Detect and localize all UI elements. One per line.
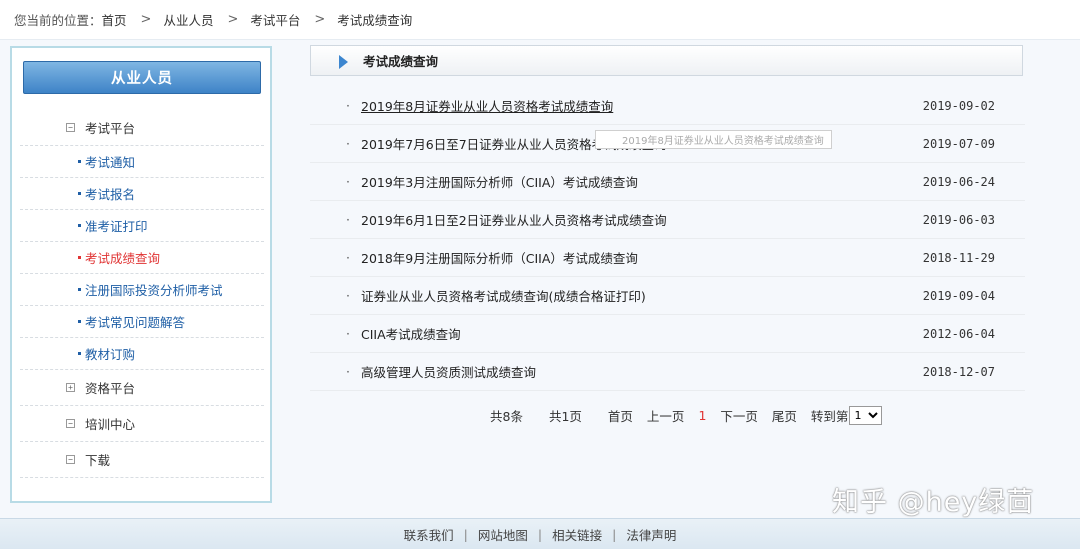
list-item-link[interactable]: 2018年9月注册国际分析师（CIIA）考试成绩查询 [361, 248, 638, 267]
breadcrumb-current: 考试成绩查询 [337, 13, 413, 28]
list-item-link[interactable]: 2019年3月注册国际分析师（CIIA）考试成绩查询 [361, 172, 638, 191]
footer-separator: | [612, 526, 617, 542]
bullet-icon: · [346, 250, 350, 265]
sidebar-item-ciia-exam[interactable]: 注册国际投资分析师考试 [20, 274, 264, 306]
page-title: 考试成绩查询 [363, 54, 439, 69]
list-item-date: 2019-07-09 [922, 136, 995, 151]
breadcrumb-practitioners-link[interactable]: 从业人员 [163, 10, 213, 29]
pager-current-page: 1 [698, 407, 707, 423]
play-arrow-icon [339, 55, 348, 69]
bullet-icon [78, 352, 81, 355]
bullet-icon [78, 224, 81, 227]
bullet-icon: · [346, 212, 350, 227]
list-item-date: 2019-09-02 [922, 98, 995, 113]
list-item: · 高级管理人员资质测试成绩查询 2018-12-07 [310, 353, 1025, 391]
list-item: · 2019年8月证券业从业人员资格考试成绩查询 2019-09-02 [310, 87, 1025, 125]
list-item: · CIIA考试成绩查询 2012-06-04 [310, 315, 1025, 353]
breadcrumb-chevron-icon: > [140, 12, 152, 27]
sidebar-group-exam-platform[interactable]: − 考试平台 [20, 110, 264, 146]
footer-separator: | [537, 526, 543, 542]
sidebar-group-label: 培训中心 [85, 417, 136, 432]
list-item-date: 2019-06-24 [922, 174, 995, 189]
pager-goto-label: 转到第 [810, 408, 849, 424]
bullet-icon: · [346, 98, 350, 113]
pager-first-button[interactable]: 首页 [608, 406, 633, 425]
footer-contact-link[interactable]: 联系我们 [404, 525, 454, 544]
list-item: · 证券业从业人员资格考试成绩查询(成绩合格证打印) 2019-09-04 [310, 277, 1025, 315]
collapse-icon[interactable]: − [66, 419, 75, 428]
footer-legal-link[interactable]: 法律声明 [626, 525, 676, 544]
pager-page-select[interactable]: 1 [849, 405, 883, 425]
list-item-date: 2018-12-07 [922, 364, 995, 379]
pagination: 共8条 共1页 首页 上一页 1 下一页 尾页 转到第 1 [490, 405, 883, 425]
sidebar-item-textbook-order[interactable]: 教材订购 [20, 338, 264, 370]
breadcrumb-prefix: 您当前的位置： [14, 13, 102, 28]
list-item: · 2019年6月1日至2日证券业从业人员资格考试成绩查询 2019-06-03 [310, 201, 1025, 239]
pager-prev-button[interactable]: 上一页 [647, 406, 685, 425]
sidebar: 从业人员 − 考试平台 考试通知 考试报名 准考证打印 考试成绩查询 注册国际投… [10, 46, 272, 503]
bullet-icon [78, 256, 81, 259]
pager-total-pages: 共1页 [548, 408, 582, 424]
sidebar-header[interactable]: 从业人员 [23, 61, 261, 94]
bullet-icon [78, 288, 81, 291]
bullet-icon [78, 320, 81, 323]
footer-sitemap-link[interactable]: 网站地图 [478, 525, 528, 544]
sidebar-group-label: 考试平台 [85, 121, 136, 136]
sidebar-item-label: 考试报名 [85, 187, 136, 202]
pager-last-button[interactable]: 尾页 [772, 406, 797, 425]
list-item-link[interactable]: 2019年6月1日至2日证券业从业人员资格考试成绩查询 [361, 210, 667, 229]
watermark: 知乎 @hey绿茴 [832, 487, 1035, 518]
link-tooltip: 2019年8月证券业从业人员资格考试成绩查询 [595, 130, 832, 149]
footer-related-links[interactable]: 相关链接 [552, 525, 602, 544]
breadcrumb-home-link[interactable]: 首页 [102, 10, 127, 29]
breadcrumb: 您当前的位置： 首页 > 从业人员 > 考试平台 > 考试成绩查询 [0, 0, 1080, 40]
sidebar-group-label: 下载 [85, 453, 111, 468]
sidebar-item-label: 考试成绩查询 [85, 251, 161, 266]
footer: 联系我们 | 网站地图 | 相关链接 | 法律声明 [0, 518, 1080, 549]
list-item-link[interactable]: 高级管理人员资质测试成绩查询 [361, 362, 536, 381]
list-item-date: 2019-06-03 [922, 212, 995, 227]
sidebar-item-score-query[interactable]: 考试成绩查询 [20, 242, 264, 274]
collapse-icon[interactable]: − [66, 455, 75, 464]
sidebar-group-qualification-platform[interactable]: + 资格平台 [20, 370, 264, 406]
bullet-icon: · [346, 364, 350, 379]
pager-next-button[interactable]: 下一页 [720, 406, 758, 425]
sidebar-item-label: 准考证打印 [85, 219, 148, 234]
bullet-icon: · [346, 136, 350, 151]
list-item-link[interactable]: 2019年8月证券业从业人员资格考试成绩查询 [361, 96, 613, 115]
breadcrumb-exam-platform-link[interactable]: 考试平台 [250, 10, 300, 29]
bullet-icon: · [346, 288, 350, 303]
sidebar-item-exam-registration[interactable]: 考试报名 [20, 178, 264, 210]
bullet-icon: · [346, 174, 350, 189]
bullet-icon: · [346, 326, 350, 341]
sidebar-item-label: 考试通知 [85, 155, 136, 170]
list-item-link[interactable]: CIIA考试成绩查询 [361, 324, 461, 343]
sidebar-item-label: 教材订购 [85, 347, 136, 362]
sidebar-item-exam-faq[interactable]: 考试常见问题解答 [20, 306, 264, 338]
list-item-date: 2012-06-04 [922, 326, 995, 341]
sidebar-group-training-center[interactable]: − 培训中心 [20, 406, 264, 442]
sidebar-group-download[interactable]: − 下载 [20, 442, 264, 478]
footer-separator: | [463, 526, 468, 542]
collapse-icon[interactable]: − [66, 123, 75, 132]
list-item: · 2019年3月注册国际分析师（CIIA）考试成绩查询 2019-06-24 [310, 163, 1025, 201]
sidebar-item-exam-notice[interactable]: 考试通知 [20, 146, 264, 178]
list-item: · 2018年9月注册国际分析师（CIIA）考试成绩查询 2018-11-29 [310, 239, 1025, 277]
list-item-link[interactable]: 证券业从业人员资格考试成绩查询(成绩合格证打印) [361, 286, 646, 305]
breadcrumb-chevron-icon: > [227, 12, 239, 27]
breadcrumb-chevron-icon: > [314, 12, 326, 27]
sidebar-item-label: 考试常见问题解答 [85, 315, 186, 330]
content-header: 考试成绩查询 [310, 45, 1023, 76]
sidebar-item-admission-print[interactable]: 准考证打印 [20, 210, 264, 242]
pager-total-items: 共8条 [490, 408, 523, 424]
bullet-icon [78, 192, 81, 195]
expand-icon[interactable]: + [66, 383, 75, 392]
list-item-date: 2019-09-04 [922, 288, 995, 303]
sidebar-group-label: 资格平台 [85, 381, 136, 396]
bullet-icon [78, 160, 81, 163]
sidebar-item-label: 注册国际投资分析师考试 [85, 283, 223, 298]
list-item-date: 2018-11-29 [922, 250, 995, 265]
